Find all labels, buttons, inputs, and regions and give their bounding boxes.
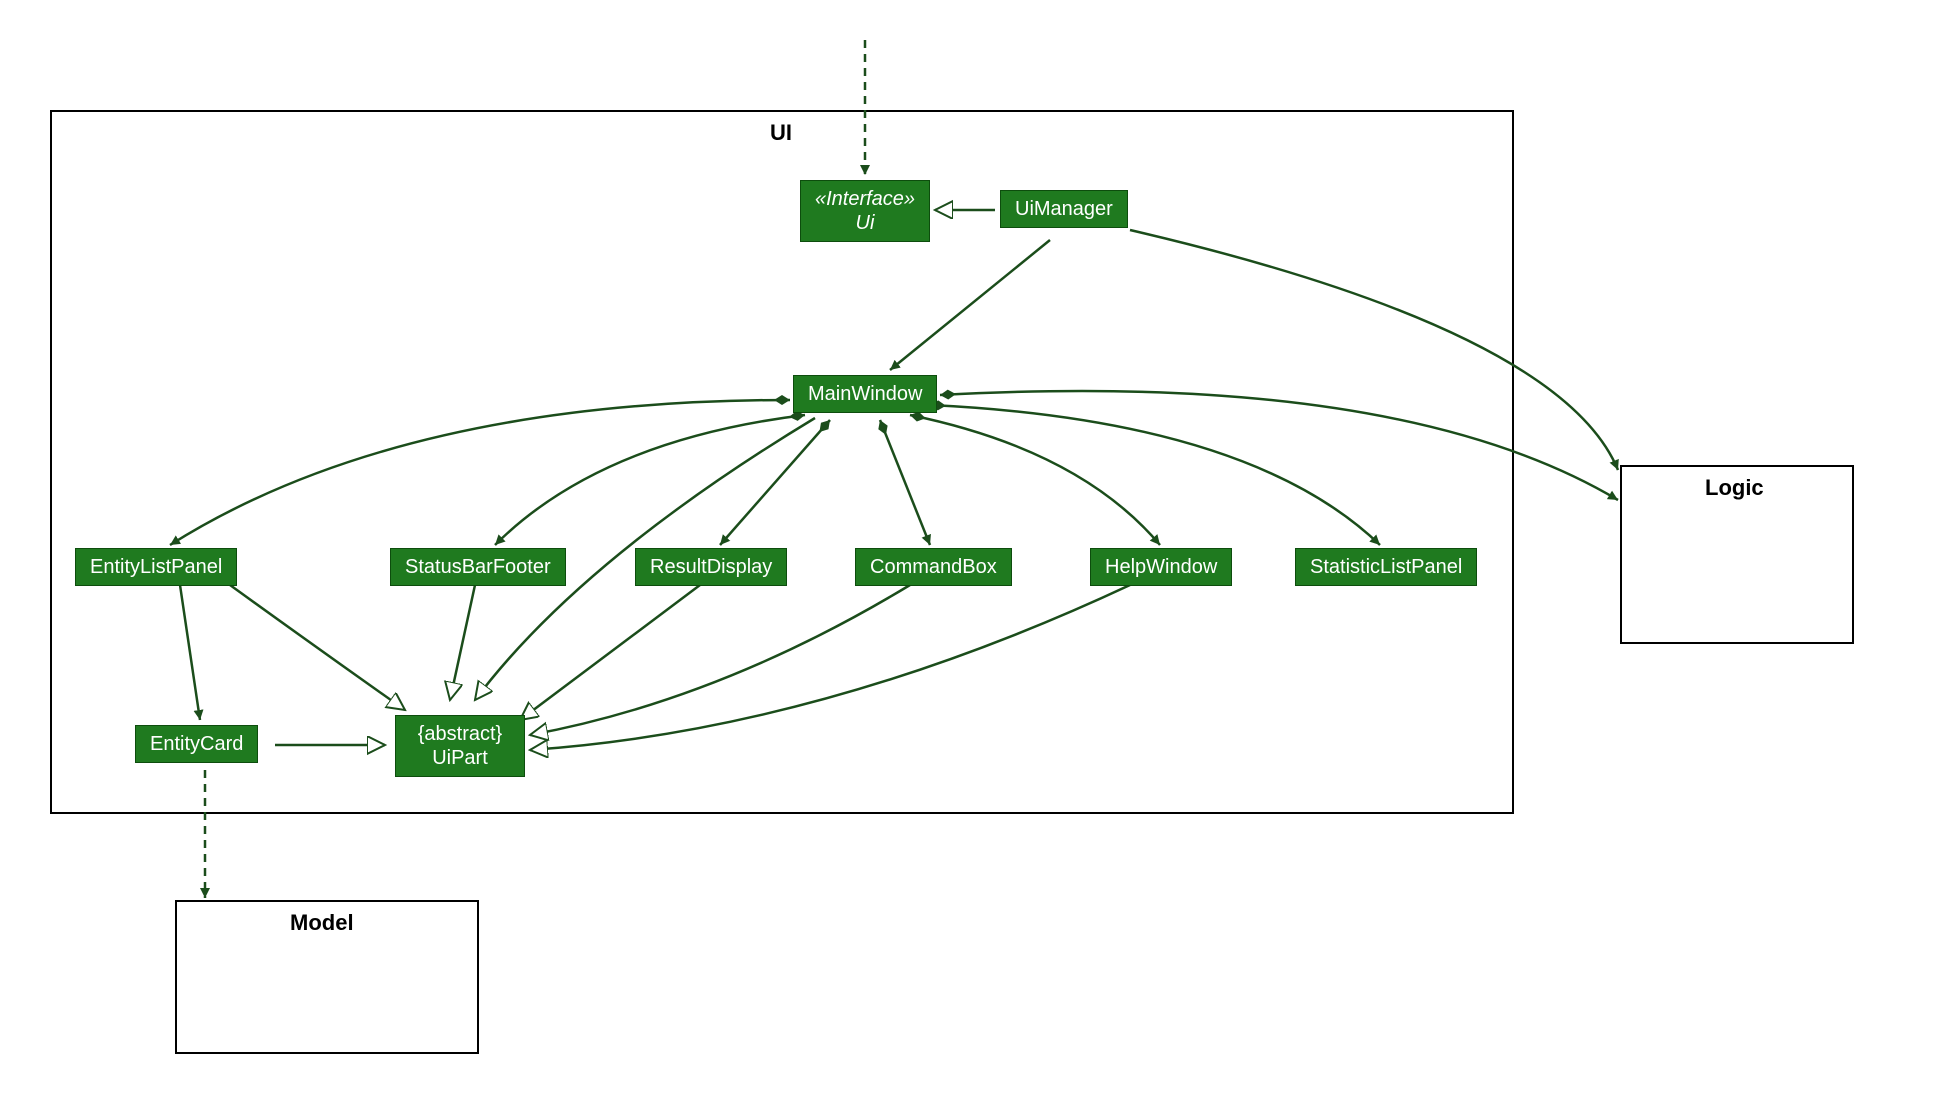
- node-interface-ui-name: Ui: [856, 211, 875, 235]
- node-uipart-name: UiPart: [432, 746, 488, 770]
- ui-container: [50, 110, 1514, 814]
- node-mainwindow-label: MainWindow: [808, 382, 922, 406]
- node-resultdisplay: ResultDisplay: [635, 548, 787, 586]
- node-statisticlistpanel: StatisticListPanel: [1295, 548, 1477, 586]
- node-helpwindow-label: HelpWindow: [1105, 555, 1217, 579]
- node-entitylistpanel: EntityListPanel: [75, 548, 237, 586]
- node-statisticlistpanel-label: StatisticListPanel: [1310, 555, 1462, 579]
- node-entitycard-label: EntityCard: [150, 732, 243, 756]
- node-uipart-abstract: {abstract}: [418, 722, 503, 746]
- node-uipart: {abstract} UiPart: [395, 715, 525, 777]
- node-entitycard: EntityCard: [135, 725, 258, 763]
- node-resultdisplay-label: ResultDisplay: [650, 555, 772, 579]
- node-commandbox: CommandBox: [855, 548, 1012, 586]
- node-interface-ui: «Interface» Ui: [800, 180, 930, 242]
- node-helpwindow: HelpWindow: [1090, 548, 1232, 586]
- node-commandbox-label: CommandBox: [870, 555, 997, 579]
- node-uimanager-label: UiManager: [1015, 197, 1113, 221]
- node-uimanager: UiManager: [1000, 190, 1128, 228]
- ui-container-label: UI: [770, 120, 792, 146]
- node-interface-ui-stereotype: «Interface»: [815, 187, 915, 211]
- node-statusbarfooter-label: StatusBarFooter: [405, 555, 551, 579]
- node-statusbarfooter: StatusBarFooter: [390, 548, 566, 586]
- model-container-label: Model: [290, 910, 354, 936]
- logic-container-label: Logic: [1705, 475, 1764, 501]
- node-entitylistpanel-label: EntityListPanel: [90, 555, 222, 579]
- node-mainwindow: MainWindow: [793, 375, 937, 413]
